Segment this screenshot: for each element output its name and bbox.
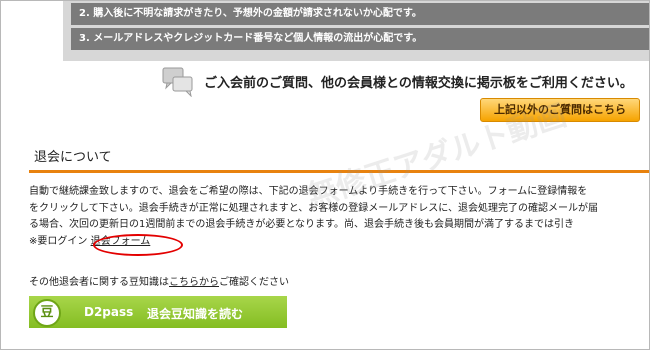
paragraph-line: をクリックして下さい。退会手続きが正常に処理されますと、お客様の登録メールアドレ… bbox=[29, 202, 598, 214]
paragraph-line: 自動で継続課金致しますので、退会をご希望の際は、下記の退会フォームより手続きを行… bbox=[29, 186, 588, 197]
board-invite-text: ご入会前のご質問、他の会員様との情報交換に掲示板をご利用ください。 bbox=[204, 76, 633, 91]
cancel-tips-banner[interactable]: 豆 D2pass 退会豆知識を読む bbox=[29, 296, 287, 328]
paragraph-line: る場合、次回の更新日の1週間前までの退会手続きが必要となります。尚、退会手続き後… bbox=[29, 219, 575, 230]
page-frame: 2. 購入後に不明な請求がきたり、予想外の金額が請求されないか心配です。 3. … bbox=[0, 0, 650, 350]
section-divider bbox=[29, 170, 649, 173]
highlight-circle bbox=[93, 234, 183, 256]
banner-brand: D2pass bbox=[84, 305, 134, 319]
bean-icon: 豆 bbox=[33, 299, 61, 327]
section-title: 退会について bbox=[34, 150, 112, 165]
login-note: ※要ログイン bbox=[29, 235, 88, 247]
other-info-suffix: ご確認ください bbox=[219, 277, 289, 288]
tips-link[interactable]: こちらから bbox=[169, 277, 219, 288]
other-questions-button[interactable]: 上記以外のご質問はこちら bbox=[480, 98, 640, 122]
banner-label: 退会豆知識を読む bbox=[147, 307, 244, 321]
notice-item: 2. 購入後に不明な請求がきたり、予想外の金額が請求されないか心配です。 bbox=[71, 3, 649, 25]
other-info-line: その他退会者に関する豆知識はこちらからご確認ください bbox=[29, 273, 289, 288]
notice-item: 3. メールアドレスやクレジットカード番号など個人情報の流出が心配です。 bbox=[71, 28, 649, 50]
other-info-prefix: その他退会者に関する豆知識は bbox=[29, 277, 169, 288]
chat-bubble-icon bbox=[162, 67, 193, 97]
